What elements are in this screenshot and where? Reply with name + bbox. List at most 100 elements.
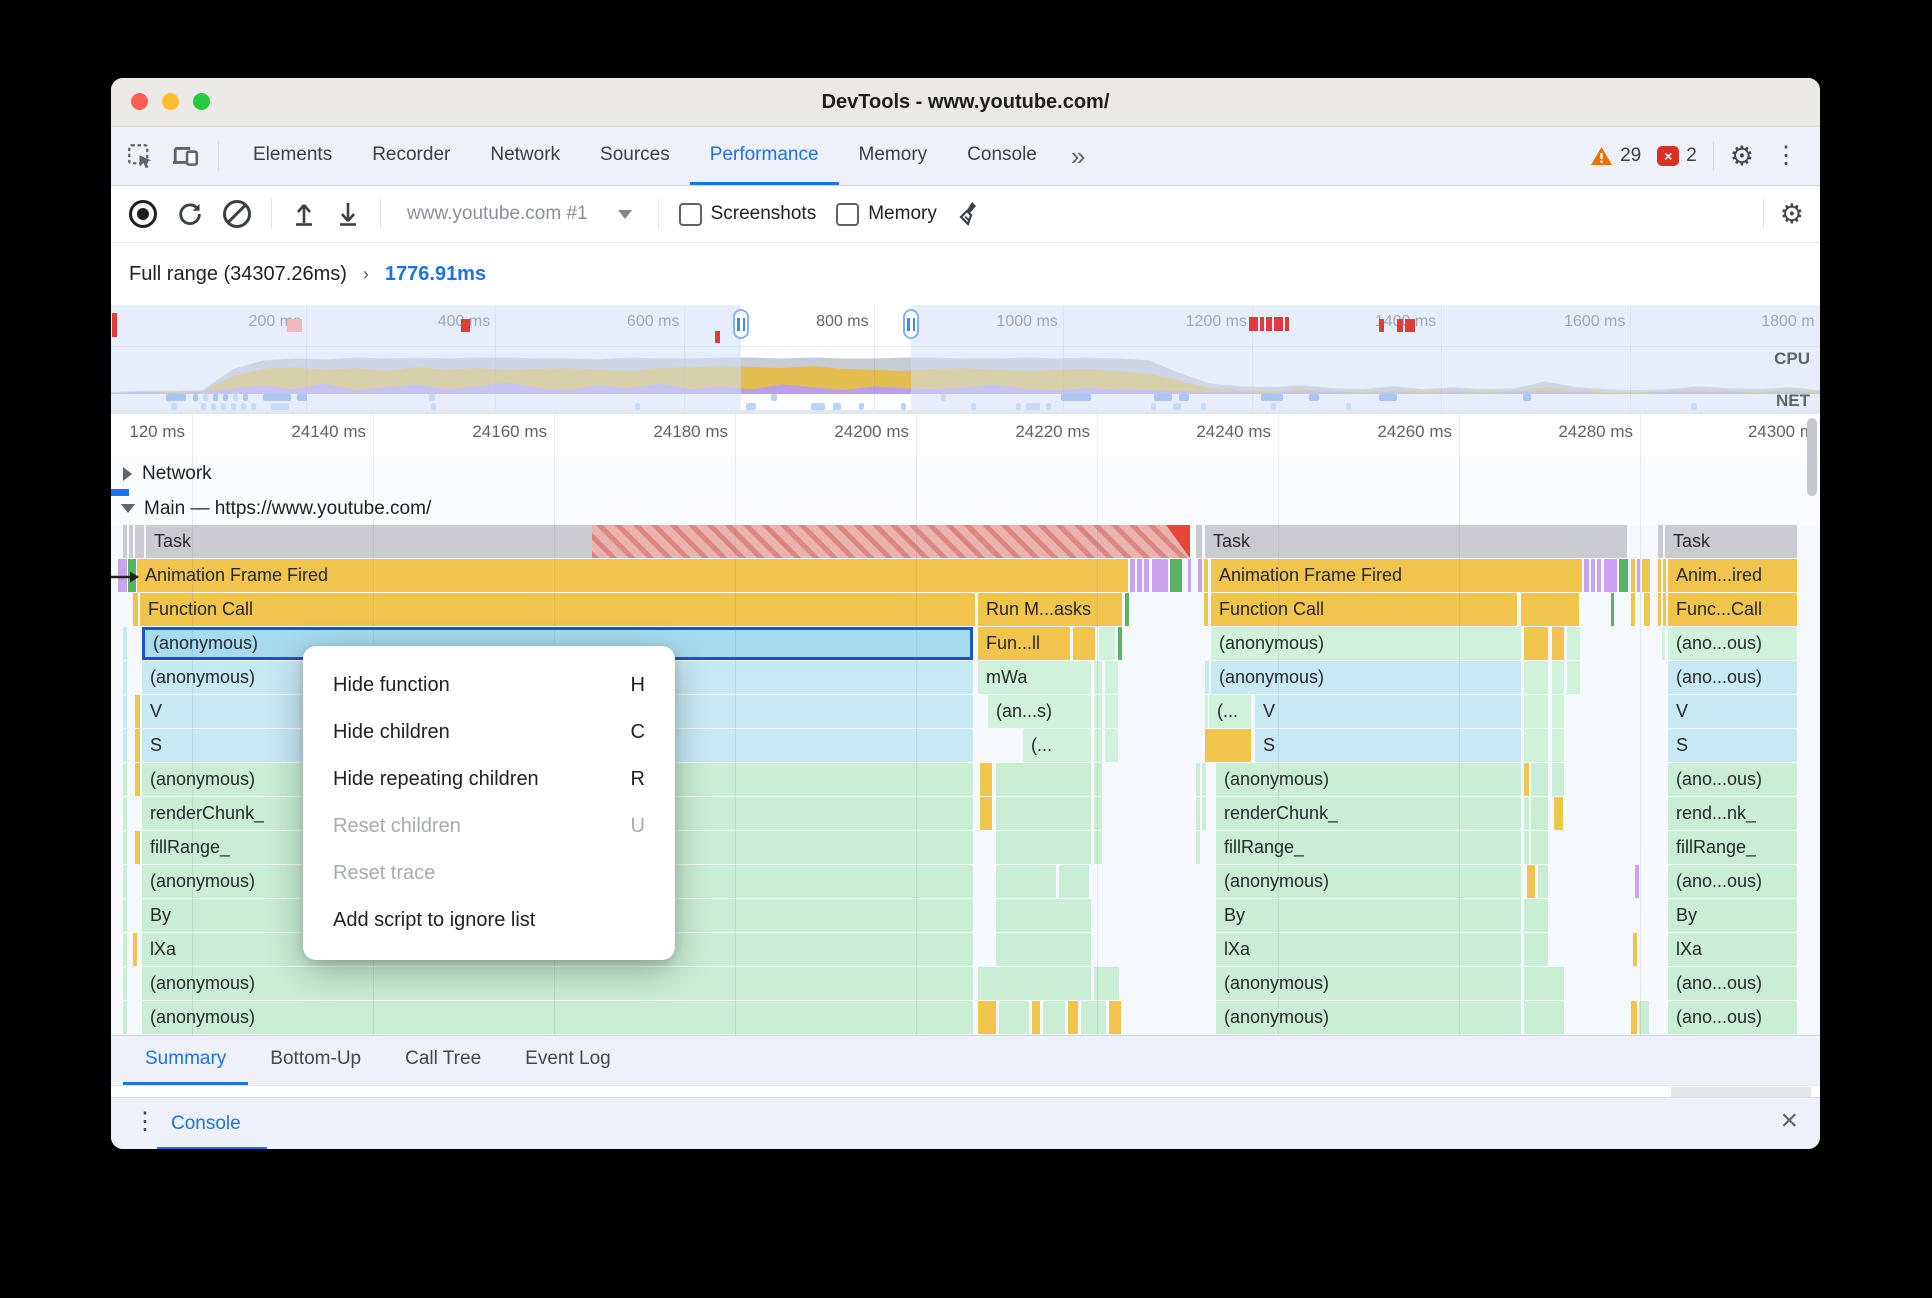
flame-sliver[interactable] — [1118, 627, 1122, 660]
warnings-counter[interactable]: 29 — [1590, 145, 1641, 167]
history-select[interactable]: www.youtube.com #1 — [401, 203, 638, 225]
flame-bar[interactable]: By — [1668, 899, 1797, 932]
flame-sliver[interactable] — [1198, 559, 1202, 592]
flame-sliver[interactable] — [1554, 797, 1563, 830]
flame-sliver[interactable] — [1524, 729, 1548, 762]
flame-sliver[interactable] — [1521, 593, 1579, 626]
flame-sliver[interactable] — [123, 933, 127, 966]
flame-bar[interactable]: (... — [1209, 695, 1251, 728]
flame-sliver[interactable] — [1639, 1001, 1649, 1034]
flame-bar[interactable]: Func...Call — [1668, 593, 1797, 626]
flame-sliver[interactable] — [1637, 559, 1640, 592]
flame-sliver[interactable] — [1524, 627, 1548, 660]
selection-handle-right[interactable] — [903, 309, 919, 339]
flame-sliver[interactable] — [1032, 1001, 1040, 1034]
flame-sliver[interactable] — [133, 593, 138, 626]
flame-sliver[interactable] — [135, 695, 140, 728]
tab-memory[interactable]: Memory — [839, 127, 948, 185]
tab-elements[interactable]: Elements — [233, 127, 352, 185]
flame-sliver[interactable] — [1631, 1001, 1637, 1034]
flame-bar[interactable]: (anonymous) — [1216, 1001, 1521, 1034]
flame-bar[interactable]: V — [1255, 695, 1521, 728]
flame-sliver[interactable] — [123, 899, 127, 932]
flame-sliver[interactable] — [1552, 729, 1564, 762]
screenshots-checkbox[interactable]: Screenshots — [678, 202, 816, 226]
flame-bar[interactable]: (ano...ous) — [1668, 1001, 1797, 1034]
flame-sliver[interactable] — [1099, 627, 1115, 660]
flame-bar[interactable]: (ano...ous) — [1668, 865, 1797, 898]
flame-sliver[interactable] — [996, 831, 1091, 864]
flame-sliver[interactable] — [1094, 831, 1102, 864]
drawer-kebab-icon[interactable]: ⋮ — [129, 1110, 161, 1134]
full-range-crumb[interactable]: Full range (34307.26ms) — [129, 263, 347, 286]
flame-bar[interactable]: (anonymous) — [142, 1001, 973, 1034]
flame-bar[interactable]: mWa — [978, 661, 1091, 694]
tab-console[interactable]: Console — [947, 127, 1057, 185]
flame-bar[interactable]: fillRange_ — [1216, 831, 1521, 864]
flame-bar[interactable]: (ano...ous) — [1668, 763, 1797, 796]
flame-sliver[interactable] — [1196, 763, 1200, 796]
selection-handle-left[interactable] — [733, 309, 749, 339]
selected-range-crumb[interactable]: 1776.91ms — [385, 263, 486, 286]
errors-counter[interactable]: × 2 — [1657, 145, 1697, 167]
flame-sliver[interactable] — [123, 661, 127, 694]
flame-bar[interactable]: rend...nk_ — [1668, 797, 1797, 830]
vertical-scrollbar-thumb[interactable] — [1807, 418, 1817, 496]
flame-bar[interactable]: (anonymous) — [142, 967, 973, 1000]
network-track-header[interactable]: Network — [111, 456, 1820, 492]
menu-item-hide-function[interactable]: Hide function H — [303, 662, 675, 709]
record-button[interactable] — [129, 200, 157, 228]
tab-bottom-up[interactable]: Bottom-Up — [248, 1036, 383, 1085]
drawer-tab-console[interactable]: Console — [171, 1098, 241, 1149]
flame-sliver[interactable] — [1059, 865, 1089, 898]
flame-bar[interactable]: Function Call — [1211, 593, 1517, 626]
flame-sliver[interactable] — [996, 899, 1091, 932]
flame-sliver[interactable] — [1635, 865, 1639, 898]
tab-event-log[interactable]: Event Log — [503, 1036, 633, 1085]
flame-bar[interactable]: Task — [146, 525, 592, 558]
flame-sliver[interactable] — [996, 933, 1091, 966]
main-track-header[interactable]: Main — https://www.youtube.com/ — [111, 492, 1820, 525]
flame-sliver[interactable] — [123, 967, 127, 1000]
flame-sliver[interactable] — [1125, 593, 1129, 626]
flame-sliver[interactable] — [1204, 559, 1208, 592]
download-profile-icon[interactable] — [336, 201, 360, 227]
flame-sliver[interactable] — [1073, 627, 1095, 660]
flame-sliver[interactable] — [1196, 525, 1202, 558]
flame-sliver[interactable] — [123, 865, 127, 898]
flame-sliver[interactable] — [1202, 797, 1206, 830]
flame-sliver[interactable] — [135, 729, 140, 762]
flame-sliver[interactable] — [1170, 559, 1182, 592]
flame-bar[interactable]: (anonymous) — [1216, 967, 1521, 1000]
flame-sliver[interactable] — [133, 933, 137, 966]
flame-bar[interactable]: Task — [1205, 525, 1627, 558]
flame-bar[interactable]: Animation Frame Fired — [137, 559, 1128, 592]
reload-and-record-icon[interactable] — [177, 201, 203, 227]
flame-sliver[interactable] — [1202, 763, 1206, 796]
flame-sliver[interactable] — [1068, 1001, 1078, 1034]
flame-bar[interactable]: (... — [1023, 729, 1091, 762]
flame-sliver[interactable] — [1611, 593, 1614, 626]
flame-sliver[interactable] — [135, 763, 140, 796]
flame-sliver[interactable] — [1663, 593, 1666, 626]
flame-sliver[interactable] — [123, 797, 127, 830]
flame-sliver[interactable] — [1196, 831, 1200, 864]
garbage-collect-broom-icon[interactable] — [957, 200, 983, 228]
flame-bar[interactable]: (ano...ous) — [1668, 661, 1797, 694]
flame-sliver[interactable] — [996, 797, 1091, 830]
tab-network[interactable]: Network — [470, 127, 580, 185]
flame-sliver[interactable] — [129, 525, 133, 558]
timeline-overview[interactable]: 200 ms400 ms600 ms800 ms1000 ms1200 ms14… — [111, 305, 1820, 410]
flame-sliver[interactable] — [1642, 559, 1650, 592]
flame-sliver[interactable] — [1043, 1001, 1065, 1034]
flame-sliver[interactable] — [1205, 695, 1208, 728]
tab-sources[interactable]: Sources — [580, 127, 690, 185]
flame-bar[interactable]: By — [1216, 899, 1521, 932]
flame-bar[interactable]: Animation Frame Fired — [1211, 559, 1582, 592]
settings-gear-icon[interactable]: ⚙ — [1730, 142, 1754, 170]
flame-bar[interactable]: fillRange_ — [1668, 831, 1797, 864]
flame-bar[interactable]: (an...s) — [988, 695, 1091, 728]
flame-sliver[interactable] — [1094, 797, 1102, 830]
flame-sliver[interactable] — [1524, 967, 1564, 1000]
flame-bar[interactable]: Run M...asks — [978, 593, 1122, 626]
